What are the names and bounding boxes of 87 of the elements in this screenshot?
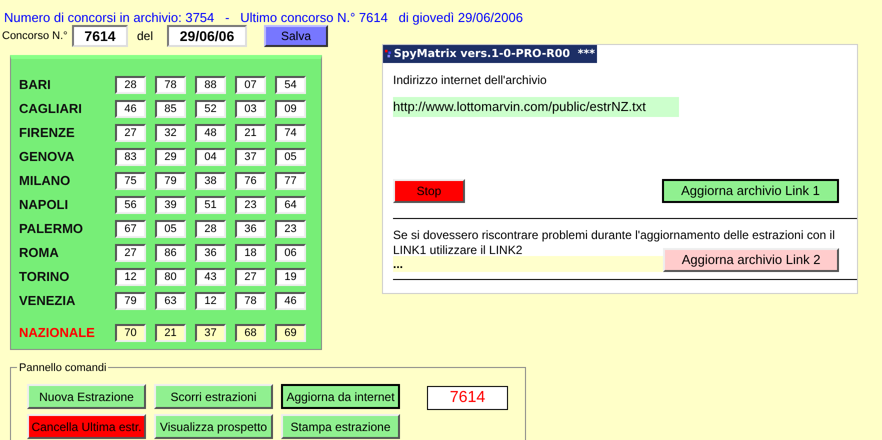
dialog-title: SpyMatrix vers.1-0-PRO-R00 *** [394,46,595,62]
number-cell: 29 [155,148,186,166]
number-cell: 37 [235,148,266,166]
number-cell: 05 [155,220,186,238]
contest-number-field[interactable]: 7614 [72,25,128,47]
number-cell: 21 [235,124,266,142]
number-cell: 28 [115,76,146,94]
number-cell: 46 [115,100,146,118]
number-cell: 63 [155,292,186,310]
number-cell: 12 [115,268,146,286]
number-cell: 27 [115,244,146,262]
number-cell: 21 [155,324,186,342]
number-cell: 23 [275,220,306,238]
city-name: FIRENZE [19,124,76,142]
command-button[interactable]: Cancella Ultima estr. [27,414,146,439]
city-name: PALERMO [19,220,84,238]
contest-counter: 7614 [427,386,508,410]
city-name: MILANO [19,172,72,190]
number-cell: 64 [275,196,306,214]
number-cell: 69 [275,324,306,342]
address-label: Indirizzo internet dell'archivio [393,72,548,89]
number-cell: 27 [235,268,266,286]
number-cell: 03 [235,100,266,118]
number-cell: 78 [155,76,186,94]
archive-summary: Numero di concorsi in archivio: 3754 - Ultimo concorso N.° 7614 di giovedì 29/06/2006 [4,10,523,25]
number-cell: 75 [115,172,146,190]
city-name: TORINO [19,268,70,286]
command-button[interactable]: Stampa estrazione [281,414,400,439]
number-cell: 52 [195,100,226,118]
number-cell: 32 [155,124,186,142]
number-cell: 78 [235,292,266,310]
number-cell: 67 [115,220,146,238]
number-cell: 23 [235,196,266,214]
number-cell: 36 [195,244,226,262]
city-name: VENEZIA [19,292,76,310]
number-cell: 79 [155,172,186,190]
number-cell: 09 [275,100,306,118]
number-cell: 36 [235,220,266,238]
save-button[interactable]: Salva [264,25,328,47]
number-cell: 46 [275,292,306,310]
number-cell: 05 [275,148,306,166]
number-cell: 12 [195,292,226,310]
number-cell: 83 [115,148,146,166]
command-button[interactable]: Visualizza prospetto [154,414,273,439]
number-cell: 79 [115,292,146,310]
command-button[interactable]: Aggiorna archivio Link 2 [663,248,839,272]
status-field: ... [393,256,664,272]
command-button[interactable]: Stop [393,178,465,202]
command-button[interactable]: Nuova Estrazione [27,384,146,409]
date-label: del [137,28,154,45]
city-name: GENOVA [19,148,76,166]
app-logo-icon [385,49,392,59]
date-field[interactable]: 29/06/06 [167,25,247,47]
command-button[interactable]: Scorri estrazioni [154,384,273,409]
number-cell: 07 [235,76,266,94]
number-cell: 77 [275,172,306,190]
number-cell: 74 [275,124,306,142]
number-cell: 43 [195,268,226,286]
city-name: BARI [19,76,52,94]
city-name: NAZIONALE [19,324,96,342]
contest-number-label: Concorso N.° [2,28,69,44]
number-cell: 06 [275,244,306,262]
city-name: CAGLIARI [19,100,83,118]
command-button[interactable]: Aggiorna da internet [281,384,400,409]
number-cell: 76 [235,172,266,190]
address-field[interactable]: http://www.lottomarvin.com/public/estrNZ.txt [393,97,679,116]
number-cell: 18 [235,244,266,262]
city-name: ROMA [19,244,60,262]
number-cell: 86 [155,244,186,262]
number-cell: 48 [195,124,226,142]
number-cell: 54 [275,76,306,94]
number-cell: 51 [195,196,226,214]
city-name: NAPOLI [19,196,70,214]
number-cell: 56 [115,196,146,214]
number-cell: 88 [195,76,226,94]
number-cell: 39 [155,196,186,214]
number-cell: 28 [195,220,226,238]
number-cell: 19 [275,268,306,286]
number-cell: 80 [155,268,186,286]
number-cell: 04 [195,148,226,166]
number-cell: 68 [235,324,266,342]
number-cell: 27 [115,124,146,142]
number-cell: 38 [195,172,226,190]
number-cell: 85 [155,100,186,118]
command-button[interactable]: Aggiorna archivio Link 1 [662,178,839,202]
number-cell: 37 [195,324,226,342]
number-cell: 70 [115,324,146,342]
